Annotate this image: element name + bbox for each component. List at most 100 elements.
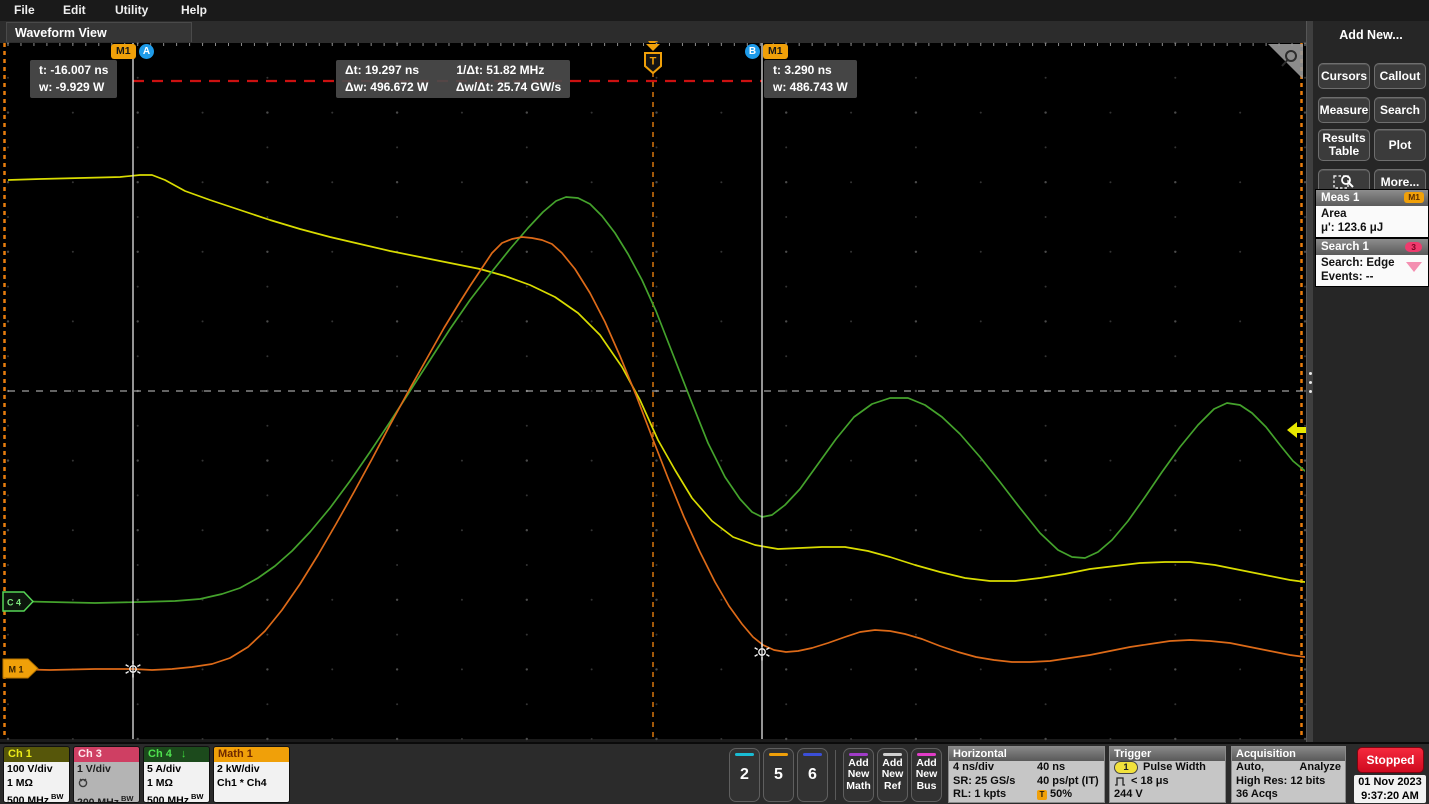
ch4-termination: 1 MΩ [147,777,209,791]
acquisition-title: Acquisition [1232,747,1345,761]
add-cursors-button[interactable]: Cursors [1318,63,1370,89]
panel-resize-handle[interactable] [1306,21,1313,742]
run-stop-button[interactable]: Stopped [1357,747,1424,773]
math1-label: Math 1 [214,747,289,762]
acquisition-resolution: High Res: 12 bits [1236,775,1325,789]
trigger-condition: < 18 μs [1131,775,1169,789]
channel-badge-ch1[interactable]: Ch 1 100 V/div 1 MΩ 500 MHzBW [3,746,70,803]
horizontal-title: Horizontal [949,747,1104,761]
trigger-type: Pulse Width [1143,761,1206,775]
bus-color-stripe [917,753,936,756]
cursor-b-time: t: 3.290 ns [773,62,848,79]
grip-dot [1309,390,1312,393]
cursor-b-badge[interactable]: B [745,44,760,59]
horizontal-panel[interactable]: Horizontal 4 ns/div40 ns SR: 25 GS/s40 p… [948,746,1105,803]
channel-5-button[interactable]: 5 [763,748,794,802]
ch3-probe-row [77,777,139,793]
add-callout-button[interactable]: Callout [1374,63,1426,89]
channel-badge-math1[interactable]: Math 1 2 kW/div Ch1 * Ch4 [213,746,290,803]
bottom-bar-separator [835,750,836,800]
waveform-view-tab[interactable]: Waveform View [6,22,192,42]
meas1-result-card[interactable]: Meas 1 M1 Area μ': 123.6 μJ [1315,189,1429,238]
cursor-a-m1-badge[interactable]: M1 [111,44,136,59]
add-search-button[interactable]: Search [1374,97,1426,123]
search1-result-card[interactable]: Search 1 3 Search: Edge Events: -- [1315,238,1429,287]
ch4-bandwidth: 500 MHz [147,795,189,804]
ch3-label: Ch 3 [74,747,139,762]
meas1-header: Meas 1 M1 [1316,190,1428,206]
settings-bar: Ch 1 100 V/div 1 MΩ 500 MHzBW Ch 3 1 V/d… [0,742,1429,804]
delta-w: Δw: 496.672 W [345,79,453,96]
cursor-a-value: w: -9.929 W [39,79,108,96]
ch1-termination: 1 MΩ [7,777,69,791]
math-color-stripe [849,753,868,756]
menu-edit[interactable]: Edit [63,3,86,17]
time: 9:37:20 AM [1354,789,1426,803]
channel-badge-ch3[interactable]: Ch 3 1 V/div 200 MHzBW [73,746,140,803]
search1-title: Search 1 [1321,241,1369,253]
ch3-scale: 1 V/div [77,763,139,777]
meas1-mean: μ': 123.6 μJ [1321,221,1428,235]
cursor-a-readout[interactable]: t: -16.007 ns w: -9.929 W [30,60,117,98]
trigger-panel[interactable]: Trigger 1 Pulse Width < 18 μs 244 V [1109,746,1226,803]
menu-bar: File Edit Utility Help [0,0,1429,21]
delta-t: Δt: 19.297 ns [345,62,453,79]
search1-events: Events: -- [1321,270,1428,284]
menu-utility[interactable]: Utility [115,3,148,17]
cursor-delta-readout[interactable]: Δt: 19.297 ns 1/Δt: 51.82 MHz Δw: 496.67… [336,60,570,98]
ch2-color-stripe [735,753,754,756]
acquisition-panel[interactable]: Acquisition Auto, Analyze High Res: 12 bi… [1231,746,1346,803]
ch1-scale: 100 V/div [7,763,69,777]
sample-rate: SR: 25 GS/s [953,775,1037,789]
meas1-source-badge: M1 [1404,192,1424,203]
trigger-title: Trigger [1110,747,1225,761]
delta-w-over-delta-t: Δw/Δt: 25.74 GW/s [456,80,561,94]
add-new-bus-button[interactable]: Add New Bus [911,748,942,802]
cursor-a-badge[interactable]: A [139,44,154,59]
oscilloscope-screen: File Edit Utility Help Waveform View T T… [0,0,1429,804]
ch1-label: Ch 1 [4,747,69,762]
cursor-b-readout[interactable]: t: 3.290 ns w: 486.743 W [764,60,857,98]
acquisition-mode: Auto, [1236,761,1264,775]
channel-badge-ch4[interactable]: Ch 4 ↓ 5 A/div 1 MΩ 500 MHzBW [143,746,210,803]
cursor-b-value: w: 486.743 W [773,79,848,96]
math1-scale: 2 kW/div [217,763,289,777]
trigger-level: 244 V [1114,788,1143,802]
cursor-b-m1-badge[interactable]: M1 [763,44,788,59]
meas1-type: Area [1321,207,1428,221]
search1-count-badge: 3 [1405,242,1422,252]
datetime-display: 01 Nov 2023 9:37:20 AM [1354,775,1426,803]
channel-2-button[interactable]: 2 [729,748,760,802]
add-new-math-button[interactable]: Add New Math [843,748,874,802]
graticule-area[interactable] [0,43,1306,739]
acquisition-analyze: Analyze [1299,761,1341,775]
meas1-title: Meas 1 [1321,192,1359,204]
ch4-label: Ch 4 ↓ [144,747,209,762]
menu-help[interactable]: Help [181,3,207,17]
horizontal-window: 40 ns [1037,761,1065,775]
add-results-table-button[interactable]: Results Table [1318,129,1370,161]
menu-file[interactable]: File [14,3,35,17]
results-bar: Add New... Cursors Callout Measure Searc… [1313,21,1429,742]
cursor-a-time: t: -16.007 ns [39,62,108,79]
ch3-bandwidth: 200 MHz [77,797,119,804]
add-new-ref-button[interactable]: Add New Ref [877,748,908,802]
probe-icon [77,777,89,788]
ch5-color-stripe [769,753,788,756]
add-new-header: Add New... [1313,28,1429,42]
trigger-position-percent: 50% [1050,788,1072,802]
waveform-view-titlebar: Waveform View T [0,21,1313,44]
pulse-width-icon [1114,775,1128,787]
math1-expression: Ch1 * Ch4 [217,777,289,791]
add-plot-button[interactable]: Plot [1374,129,1426,161]
ch1-bandwidth: 500 MHz [7,795,49,804]
ch4-clipping-arrow-icon: ↓ [181,748,187,760]
trigger-source-badge: 1 [1114,761,1138,774]
channel-6-button[interactable]: 6 [797,748,828,802]
record-length: RL: 1 kpts [953,788,1037,802]
grip-dot [1309,372,1312,375]
acquisition-count: 36 Acqs [1236,788,1278,802]
bw-limit-suffix: BW [121,794,134,803]
add-measure-button[interactable]: Measure [1318,97,1370,123]
ch6-color-stripe [803,753,822,756]
